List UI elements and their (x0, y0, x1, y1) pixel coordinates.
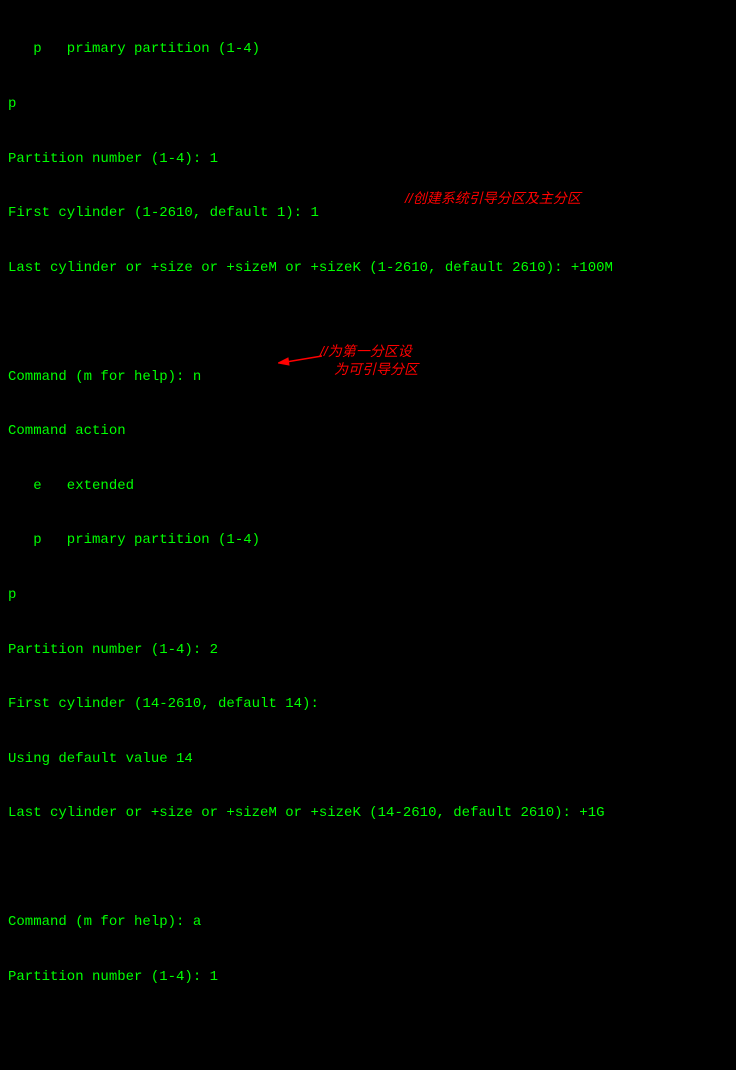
terminal-line: Command (m for help): a (8, 913, 728, 931)
terminal-line: p primary partition (1-4) (8, 531, 728, 549)
terminal-line: p primary partition (1-4) (8, 40, 728, 58)
terminal-line: p (8, 586, 728, 604)
terminal-line (8, 313, 728, 331)
annotation-line: 为可引导分区 (320, 361, 418, 377)
terminal-line: e extended (8, 477, 728, 495)
terminal-line: Command action (8, 422, 728, 440)
annotation-line: //为第一分区设 (320, 343, 412, 359)
annotation-bootable-partition: //为第一分区设 为可引导分区 (320, 342, 418, 378)
terminal-line: Using default value 14 (8, 750, 728, 768)
terminal-line: Partition number (1-4): 1 (8, 968, 728, 986)
terminal-line: Last cylinder or +size or +sizeM or +siz… (8, 804, 728, 822)
arrow-icon (278, 352, 322, 366)
terminal-line: Partition number (1-4): 2 (8, 641, 728, 659)
terminal-line: Last cylinder or +size or +sizeM or +siz… (8, 259, 728, 277)
terminal-line (8, 859, 728, 877)
terminal-line: First cylinder (1-2610, default 1): 1 (8, 204, 728, 222)
terminal-output: p primary partition (1-4) p Partition nu… (0, 0, 736, 1070)
terminal-line: First cylinder (14-2610, default 14): (8, 695, 728, 713)
annotation-create-partition: //创建系统引导分区及主分区 (405, 189, 581, 207)
terminal-line (8, 1023, 728, 1041)
terminal-line: p (8, 95, 728, 113)
terminal-line: Partition number (1-4): 1 (8, 150, 728, 168)
